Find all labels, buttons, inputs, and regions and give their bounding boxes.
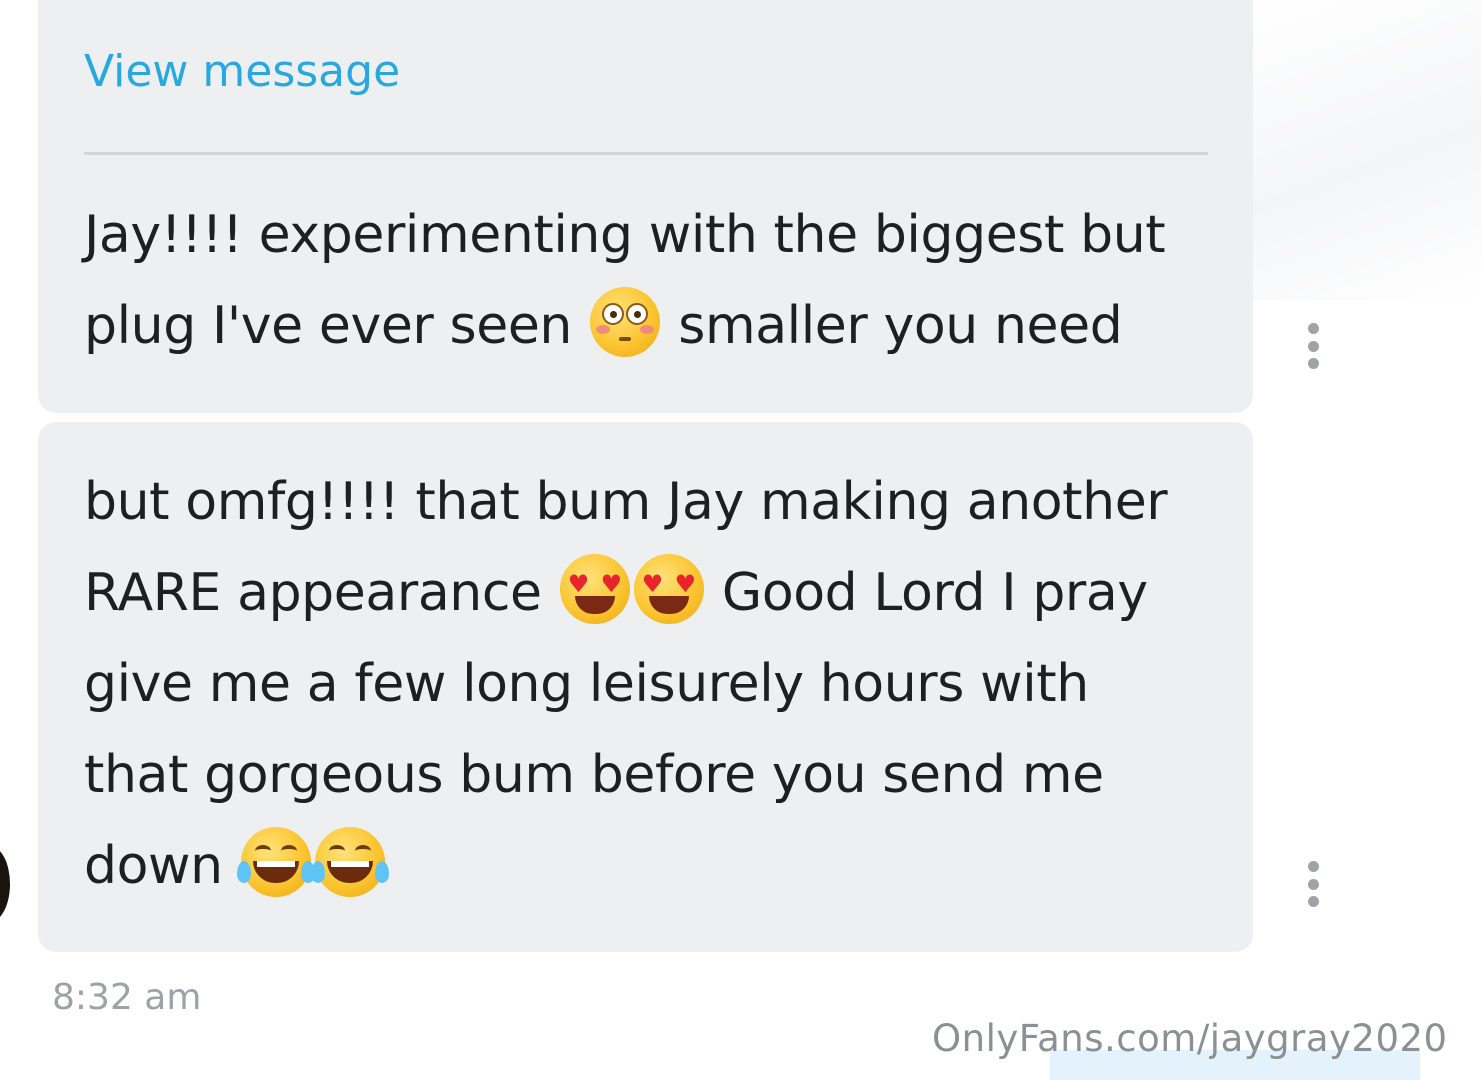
message-line: Good Lord I pray — [721, 563, 1148, 623]
message-line: give me a few long leisurely hours with — [84, 654, 1089, 714]
divider — [84, 152, 1208, 155]
flushed-face-icon — [590, 287, 661, 357]
message-options-icon[interactable] — [1305, 323, 1321, 369]
message-line: Jay!!!! experimenting with the biggest b… — [84, 205, 1166, 265]
message-text: Jay!!!! experimenting with the biggest b… — [84, 190, 1224, 372]
heart-eyes-icon: ♥ ♥ — [633, 554, 704, 624]
message-bubble[interactable]: but omfg!!!! that bum Jay making another… — [38, 422, 1253, 952]
message-text: but omfg!!!! that bum Jay making another… — [84, 457, 1224, 912]
avatar[interactable] — [0, 846, 10, 922]
message-line: down — [84, 836, 223, 896]
message-line: but omfg!!!! that bum Jay making another — [84, 472, 1168, 532]
message-line: that gorgeous bum before you send me — [84, 745, 1104, 805]
message-options-icon[interactable] — [1305, 861, 1321, 907]
message-line: RARE appearance — [84, 563, 542, 623]
background-gradient — [1252, 0, 1481, 300]
heart-eyes-icon: ♥ ♥ — [559, 554, 630, 624]
message-timestamp: 8:32 am — [52, 977, 202, 1018]
message-bubble-paid[interactable]: paid View message Jay!!!! experimenting … — [38, 0, 1253, 413]
tears-of-joy-icon — [236, 827, 315, 897]
view-message-link[interactable]: View message — [84, 50, 400, 94]
tears-of-joy-icon — [310, 827, 389, 897]
message-line: plug I've ever seen — [84, 296, 572, 356]
watermark: OnlyFans.com/jaygray2020 — [932, 1017, 1448, 1060]
message-line: smaller you need — [678, 296, 1123, 356]
